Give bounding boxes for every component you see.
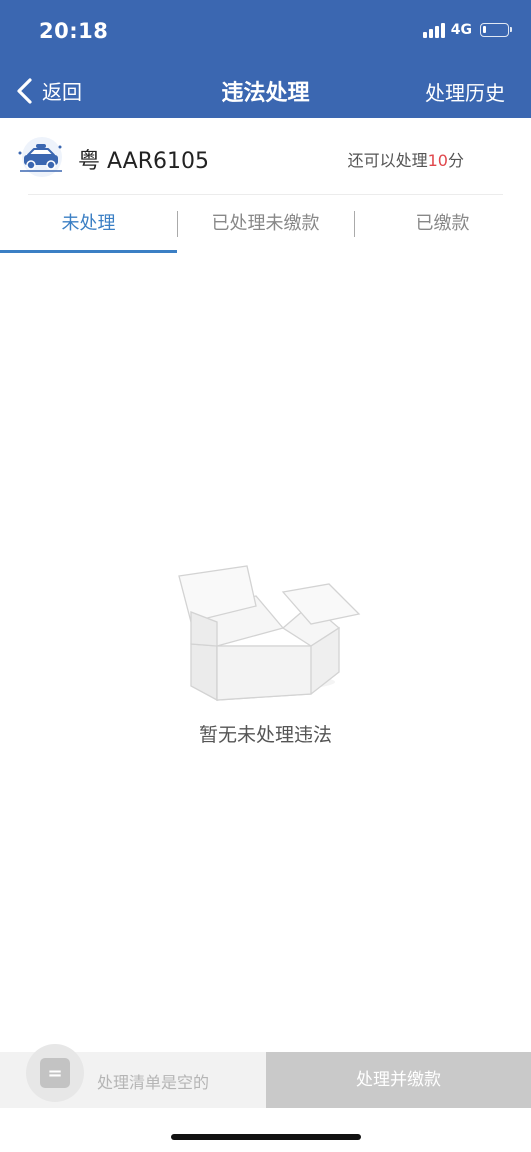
list-icon: = bbox=[40, 1058, 70, 1088]
points-prefix: 还可以处理 bbox=[347, 151, 428, 170]
vehicle-info: 粤 AAR6105 还可以处理10分 bbox=[0, 118, 531, 196]
plate-number: 粤 AAR6105 bbox=[78, 149, 209, 174]
points-value: 10 bbox=[427, 151, 448, 170]
signal-icon bbox=[422, 22, 445, 38]
tab-processed-unpaid[interactable]: 已处理未缴款 bbox=[177, 196, 354, 253]
network-type: 4G bbox=[450, 22, 472, 38]
car-icon bbox=[18, 137, 62, 177]
points-remaining: 还可以处理10分 bbox=[348, 147, 464, 171]
tab-separator bbox=[177, 211, 178, 237]
empty-message: 暂无未处理违法 bbox=[198, 724, 332, 746]
nav-bar: 返回 违法处理 处理历史 bbox=[0, 62, 531, 118]
chevron-left-icon bbox=[17, 77, 32, 104]
cart-button[interactable]: = bbox=[26, 1044, 84, 1102]
status-time: 20:18 bbox=[39, 19, 109, 43]
empty-box-icon bbox=[177, 565, 360, 702]
tab-separator bbox=[354, 211, 355, 237]
cart-status-text: 处理清单是空的 bbox=[97, 1073, 210, 1092]
status-bar: 20:18 4G bbox=[0, 0, 531, 62]
back-button[interactable]: 返回 bbox=[14, 76, 82, 105]
divider bbox=[28, 194, 503, 195]
back-label: 返回 bbox=[42, 80, 82, 104]
tab-bar: 未处理 已处理未缴款 已缴款 bbox=[0, 196, 531, 253]
points-suffix: 分 bbox=[447, 151, 464, 170]
status-indicators: 4G bbox=[422, 22, 512, 38]
history-button[interactable]: 处理历史 bbox=[425, 77, 505, 106]
header: 20:18 4G 返回 违法处理 处理历史 bbox=[0, 0, 531, 118]
empty-state: 暂无未处理违法 bbox=[0, 560, 531, 747]
battery-icon bbox=[480, 23, 512, 37]
tab-paid[interactable]: 已缴款 bbox=[354, 196, 531, 253]
process-and-pay-button[interactable]: 处理并缴款 bbox=[266, 1052, 531, 1108]
tab-unprocessed[interactable]: 未处理 bbox=[0, 196, 177, 253]
home-indicator[interactable] bbox=[171, 1134, 361, 1140]
